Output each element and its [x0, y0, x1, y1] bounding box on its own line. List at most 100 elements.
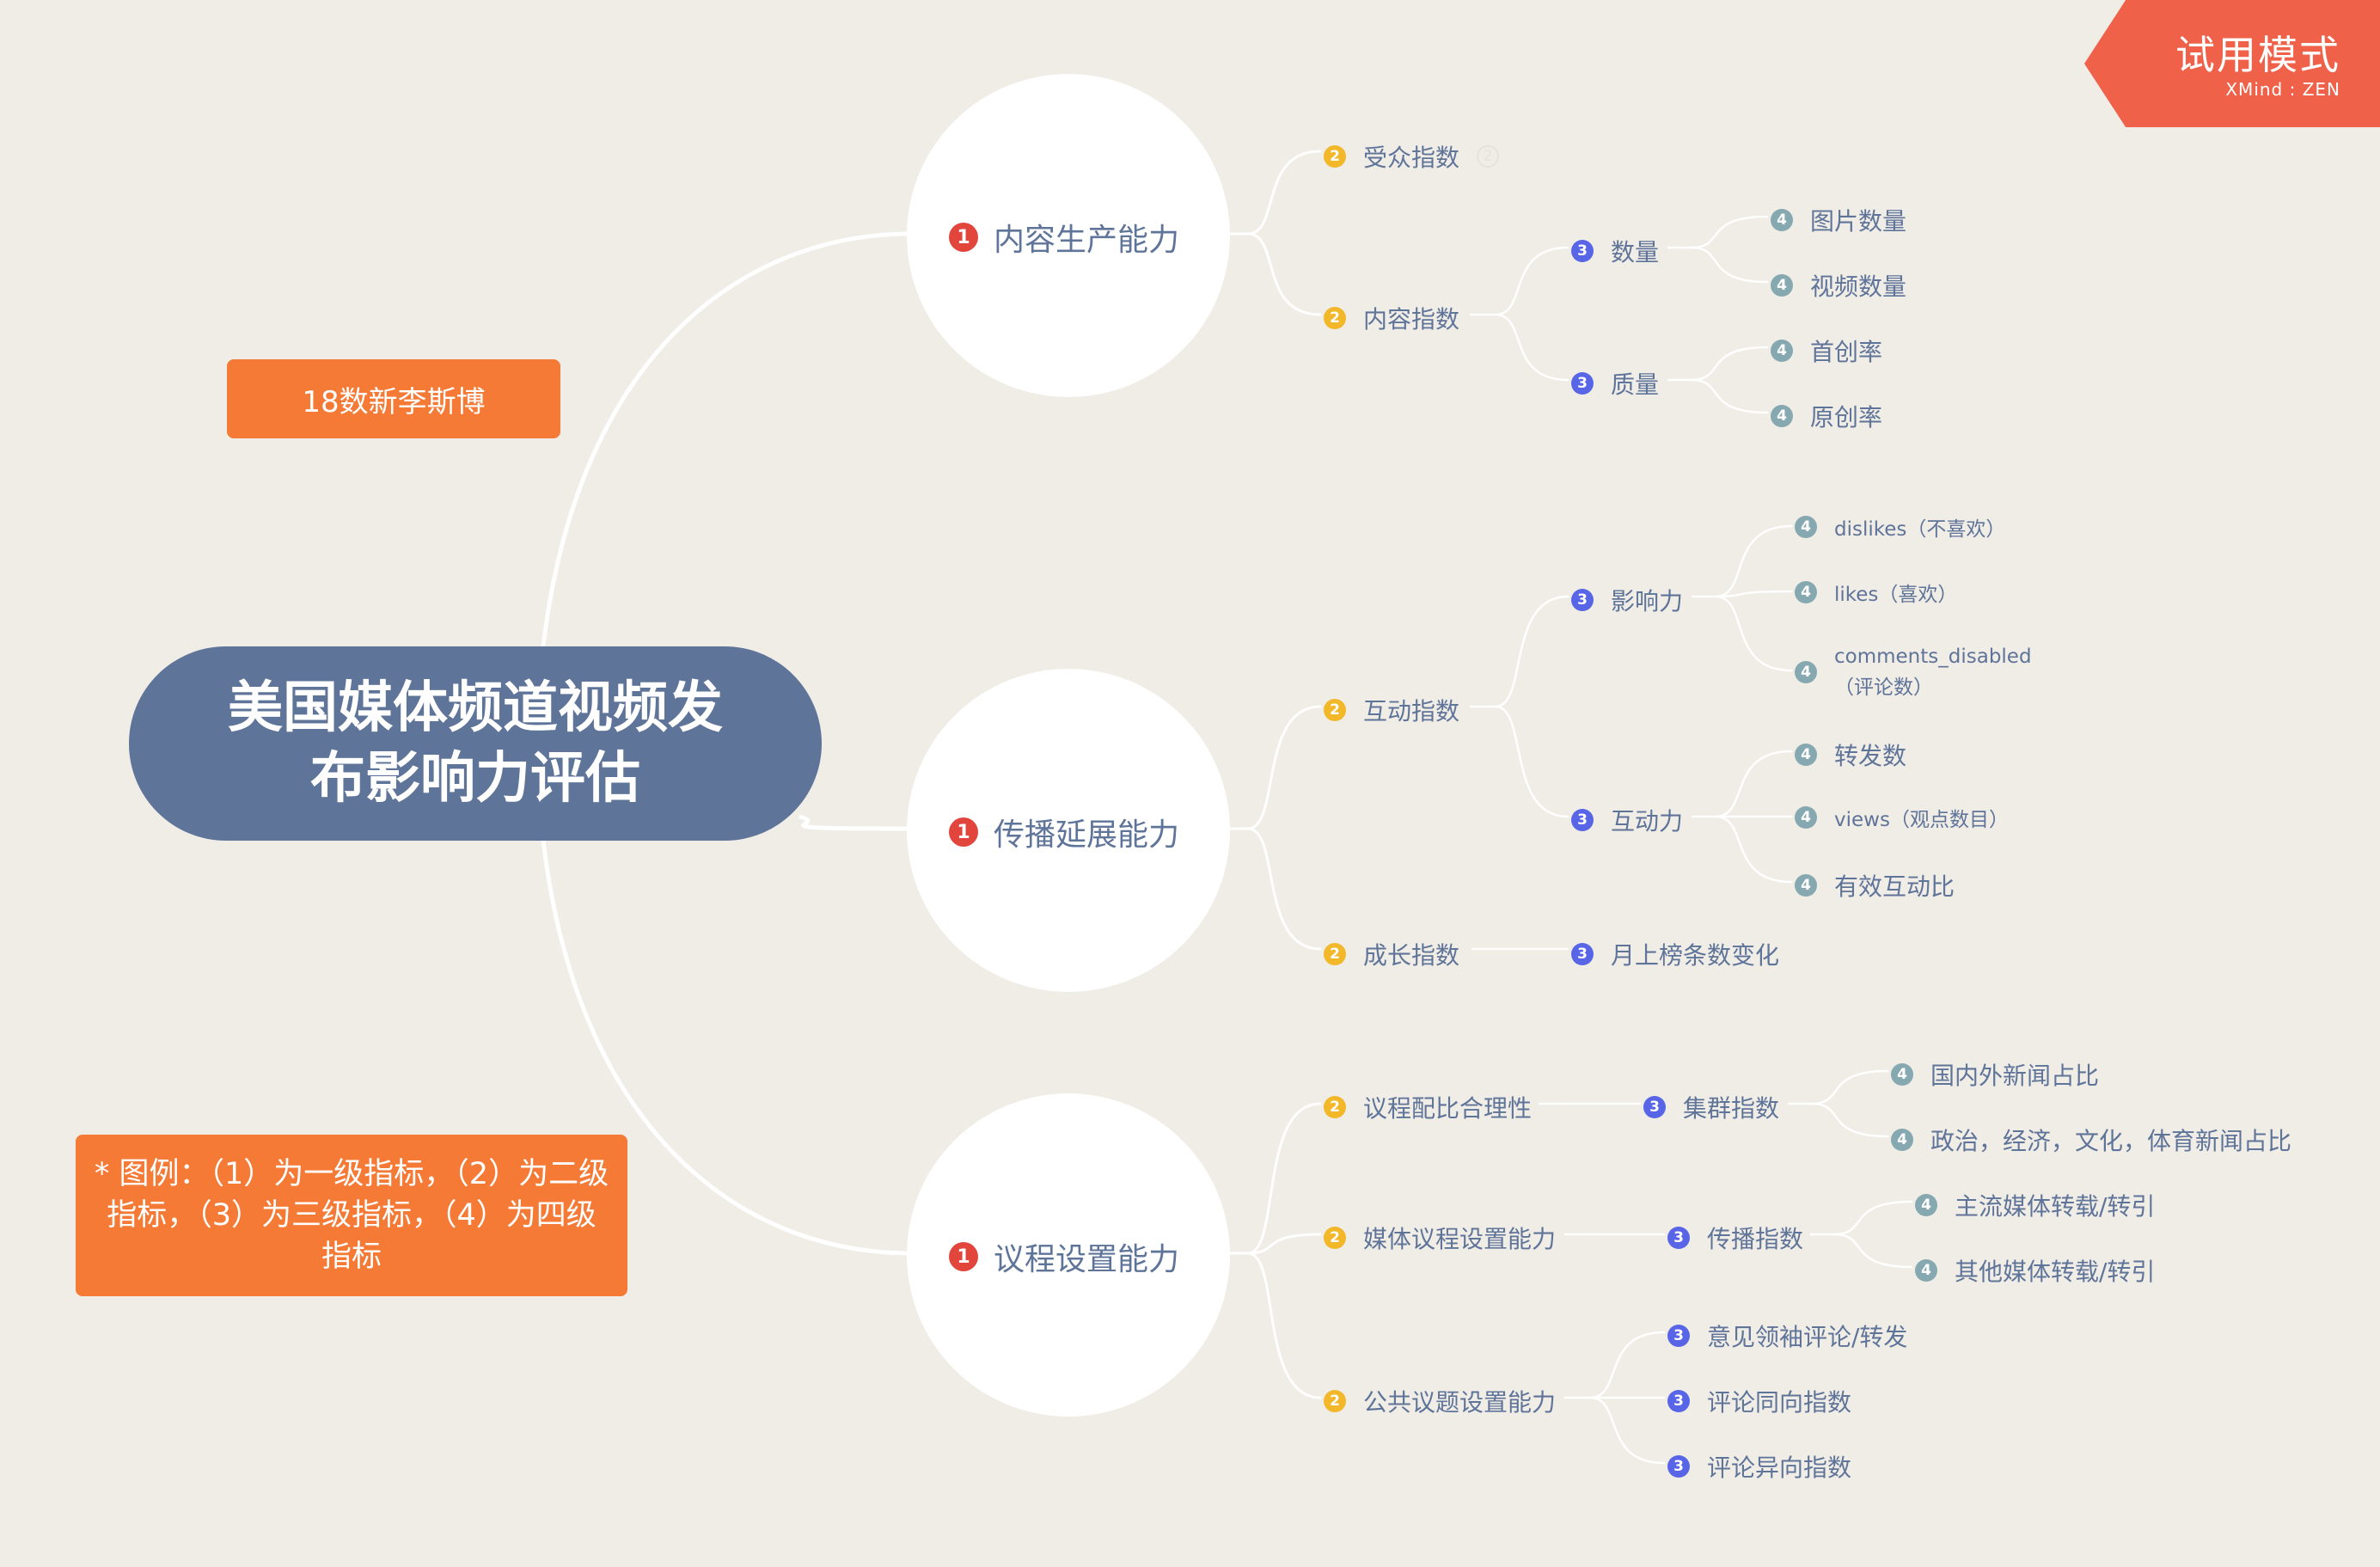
- connector-line: [1588, 1331, 1666, 1399]
- legend-note-text: * 图例：（1）为一级指标，（2）为二级指标，（3）为三级指标，（4）为四级指标: [94, 1157, 609, 1274]
- topic-level4[interactable]: 4 主流媒体转载/转引: [1915, 1188, 2155, 1222]
- topic-level4[interactable]: 4 首创率: [1771, 334, 1882, 368]
- priority-4-icon: 4: [1771, 405, 1793, 427]
- priority-4-icon: 4: [1795, 874, 1817, 897]
- connector-line: [1494, 705, 1569, 818]
- connector-line: [1246, 1252, 1322, 1399]
- topic-label: 内容指数: [1363, 305, 1460, 334]
- marker-2-icon[interactable]: 2: [1477, 145, 1500, 168]
- topic-label: 评论同向指数: [1707, 1388, 1852, 1417]
- topic-level3[interactable]: 3 质量: [1571, 366, 1659, 401]
- connector-line: [1588, 1396, 1666, 1465]
- topic-label: 影响力: [1611, 587, 1684, 615]
- topic-label: 首创率: [1810, 338, 1883, 366]
- priority-2-icon: 2: [1324, 145, 1346, 168]
- priority-2-icon: 2: [1324, 699, 1346, 721]
- topic-level2[interactable]: 2 成长指数: [1324, 937, 1459, 971]
- topic-level3[interactable]: 3 集群指数: [1643, 1090, 1779, 1124]
- connector-line: [1714, 595, 1793, 672]
- topic-level4[interactable]: 4 likes（喜欢）: [1795, 578, 1957, 607]
- topic-label: 媒体议程设置能力: [1363, 1225, 1557, 1253]
- topic-label: dislikes（不喜欢）: [1834, 518, 2006, 541]
- connector-line: [1246, 150, 1322, 236]
- topic-level4[interactable]: 4 有效互动比: [1795, 868, 1955, 903]
- priority-2-icon: 2: [1324, 307, 1346, 329]
- priority-4-icon: 4: [1915, 1259, 1937, 1282]
- priority-2-icon: 2: [1324, 1390, 1346, 1412]
- topic-level3[interactable]: 3 评论同向指数: [1667, 1384, 1851, 1418]
- priority-4-icon: 4: [1891, 1063, 1913, 1086]
- topic-label: 月上榜条数变化: [1611, 941, 1780, 970]
- connector-line: [1714, 815, 1793, 884]
- priority-4-icon: 4: [1795, 661, 1817, 683]
- topic-label: 有效互动比: [1834, 872, 1955, 901]
- connector-line: [1690, 246, 1769, 284]
- priority-2-icon: 2: [1324, 1227, 1346, 1249]
- connector-line: [1494, 313, 1569, 382]
- priority-3-icon: 3: [1571, 240, 1594, 262]
- topic-level4[interactable]: 4 其他媒体转载/转引: [1915, 1253, 2155, 1288]
- central-topic[interactable]: 美国媒体频道视频发布影响力评估: [129, 646, 822, 841]
- author-note[interactable]: 18数新李斯博: [227, 359, 560, 438]
- topic-level3[interactable]: 3 月上榜条数变化: [1571, 937, 1779, 971]
- topic-label: 议程配比合理性: [1363, 1094, 1533, 1123]
- topic-label: views（观点数目）: [1834, 809, 2009, 831]
- topic-level1[interactable]: 1 议程设置能力: [949, 1234, 1179, 1279]
- topic-level4[interactable]: 4 转发数: [1795, 738, 1906, 772]
- topic-level3[interactable]: 3 传播指数: [1667, 1221, 1803, 1255]
- topic-level3[interactable]: 3 数量: [1571, 234, 1659, 268]
- topic-level3[interactable]: 3 评论异向指数: [1667, 1449, 1851, 1484]
- topic-level3[interactable]: 3 互动力: [1571, 803, 1683, 837]
- topic-level4[interactable]: 4 comments_disabled（评论数）: [1795, 641, 2049, 703]
- topic-level4[interactable]: 4 views（观点数目）: [1795, 803, 2009, 832]
- priority-4-icon: 4: [1771, 274, 1793, 297]
- brand-label: XMind : ZEN: [2225, 79, 2340, 100]
- topic-level4[interactable]: 4 政治，经济，文化，体育新闻占比: [1891, 1123, 2291, 1157]
- topic-level3[interactable]: 3 影响力: [1571, 583, 1683, 617]
- topic-label: 国内外新闻占比: [1930, 1062, 2100, 1090]
- priority-2-icon: 2: [1324, 1096, 1346, 1118]
- priority-4-icon: 4: [1795, 581, 1817, 603]
- topic-level3[interactable]: 3 意见领袖评论/转发: [1667, 1319, 1907, 1353]
- priority-1-icon: 1: [949, 817, 978, 847]
- topic-level2[interactable]: 2 议程配比合理性: [1324, 1090, 1532, 1124]
- topic-level4[interactable]: 4 视频数量: [1771, 268, 1906, 303]
- central-topic-label: 美国媒体频道视频发布影响力评估: [228, 676, 723, 811]
- connector-line: [1810, 1102, 1889, 1138]
- connector-line: [798, 814, 912, 831]
- topic-level2[interactable]: 2 媒体议程设置能力: [1324, 1221, 1556, 1255]
- topic-level2[interactable]: 2 公共议题设置能力: [1324, 1384, 1556, 1418]
- topic-label: 转发数: [1834, 742, 1907, 770]
- topic-level4[interactable]: 4 原创率: [1771, 399, 1882, 433]
- priority-3-icon: 3: [1667, 1455, 1690, 1478]
- trial-mode-label: 试用模式: [2175, 32, 2340, 78]
- topic-level4[interactable]: 4 图片数量: [1771, 203, 1906, 237]
- legend-note[interactable]: * 图例：（1）为一级指标，（2）为二级指标，（3）为三级指标，（4）为四级指标: [76, 1135, 627, 1296]
- author-note-text: 18数新李斯博: [302, 384, 486, 419]
- priority-4-icon: 4: [1915, 1194, 1937, 1216]
- topic-label: 互动指数: [1363, 697, 1460, 725]
- topic-level1[interactable]: 1 传播延展能力: [949, 810, 1179, 854]
- trial-mode-badge[interactable]: 试用模式 XMind : ZEN: [2084, 0, 2380, 127]
- priority-3-icon: 3: [1571, 372, 1594, 395]
- topic-label: 受众指数: [1363, 144, 1460, 172]
- topic-label: 视频数量: [1810, 272, 1907, 301]
- topic-label: 意见领袖评论/转发: [1707, 1323, 1908, 1351]
- topic-level2[interactable]: 2 互动指数: [1324, 693, 1459, 727]
- topic-label: likes（喜欢）: [1834, 584, 1958, 606]
- connector-line: [1690, 378, 1769, 414]
- topic-level4[interactable]: 4 dislikes（不喜欢）: [1795, 512, 2005, 542]
- priority-1-icon: 1: [949, 1242, 978, 1271]
- mind-map-canvas: 试用模式 XMind : ZEN 18数新李斯博 * 图例：（1）为一级指标，（…: [0, 0, 2380, 1567]
- priority-2-icon: 2: [1324, 943, 1346, 965]
- topic-label: 互动力: [1611, 807, 1684, 836]
- topic-level2[interactable]: 2 受众指数 2: [1324, 139, 1500, 174]
- connector-line: [1246, 705, 1322, 830]
- topic-level1[interactable]: 1 内容生产能力: [949, 215, 1179, 260]
- priority-3-icon: 3: [1667, 1227, 1690, 1249]
- topic-level2[interactable]: 2 内容指数: [1324, 301, 1459, 335]
- topic-level4[interactable]: 4 国内外新闻占比: [1891, 1057, 2099, 1092]
- connector-line: [1246, 1102, 1322, 1255]
- topic-label: 其他媒体转载/转引: [1955, 1258, 2156, 1286]
- topic-label: 数量: [1611, 238, 1660, 266]
